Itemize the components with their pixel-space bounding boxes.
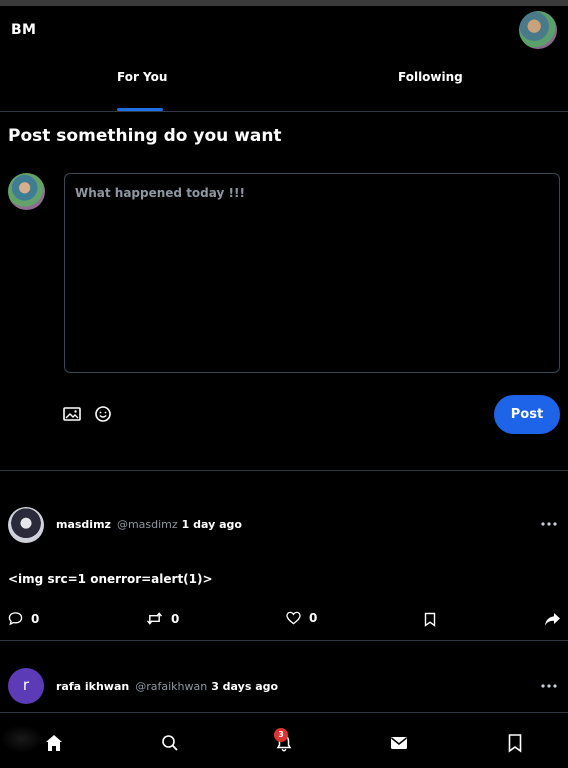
image-icon[interactable] bbox=[62, 404, 82, 424]
post-button[interactable]: Post bbox=[494, 395, 560, 434]
comment-button[interactable]: 0 bbox=[8, 611, 39, 626]
repost-count: 0 bbox=[171, 611, 180, 626]
post-author-name[interactable]: masdimz bbox=[56, 518, 111, 531]
app-header: BM bbox=[0, 6, 568, 56]
repost-button[interactable]: 0 bbox=[146, 611, 179, 626]
divider bbox=[0, 640, 568, 641]
compose-title: Post something do you want bbox=[8, 126, 282, 146]
tab-following[interactable]: Following bbox=[398, 70, 463, 84]
like-count: 0 bbox=[309, 611, 318, 625]
bookmark-icon[interactable] bbox=[424, 612, 436, 627]
compose-avatar bbox=[8, 173, 45, 210]
brand-logo[interactable]: BM bbox=[11, 22, 36, 38]
blurred-area bbox=[0, 725, 44, 753]
share-icon[interactable] bbox=[544, 612, 561, 627]
notification-badge: 3 bbox=[274, 728, 288, 742]
post-author-avatar[interactable]: r bbox=[8, 668, 44, 704]
repost-icon bbox=[146, 612, 163, 625]
comment-icon bbox=[8, 612, 23, 626]
more-icon[interactable] bbox=[540, 683, 558, 689]
more-icon[interactable] bbox=[540, 521, 558, 527]
post-author-name[interactable]: rafa ikhwan bbox=[56, 680, 129, 693]
home-icon[interactable] bbox=[44, 733, 64, 753]
tab-for-you[interactable]: For You bbox=[117, 70, 167, 84]
mail-icon[interactable] bbox=[389, 733, 409, 753]
post-author-handle[interactable]: @rafaikhwan bbox=[135, 680, 207, 693]
heart-icon bbox=[286, 611, 301, 625]
emoji-icon[interactable] bbox=[93, 404, 113, 424]
active-tab-indicator bbox=[117, 108, 163, 111]
post-meta: masdimz @masdimz 1 day ago bbox=[56, 518, 242, 531]
post-author-avatar[interactable] bbox=[8, 507, 44, 543]
post-author-handle[interactable]: @masdimz bbox=[117, 518, 178, 531]
feed-tabs: For You Following bbox=[0, 56, 568, 112]
bottom-navigation bbox=[0, 716, 568, 768]
post-text: <img src=1 onerror=alert(1)> bbox=[8, 572, 213, 586]
post-timestamp: 1 day ago bbox=[181, 518, 242, 531]
post-meta: rafa ikhwan @rafaikhwan 3 days ago bbox=[56, 680, 278, 693]
compose-input[interactable] bbox=[64, 173, 560, 373]
comment-count: 0 bbox=[31, 611, 40, 626]
like-button[interactable]: 0 bbox=[286, 611, 317, 625]
divider bbox=[0, 470, 568, 471]
search-icon[interactable] bbox=[160, 733, 180, 753]
profile-avatar[interactable] bbox=[519, 11, 557, 49]
divider bbox=[0, 712, 568, 713]
bookmark-icon[interactable] bbox=[505, 733, 525, 753]
post-timestamp: 3 days ago bbox=[211, 680, 279, 693]
